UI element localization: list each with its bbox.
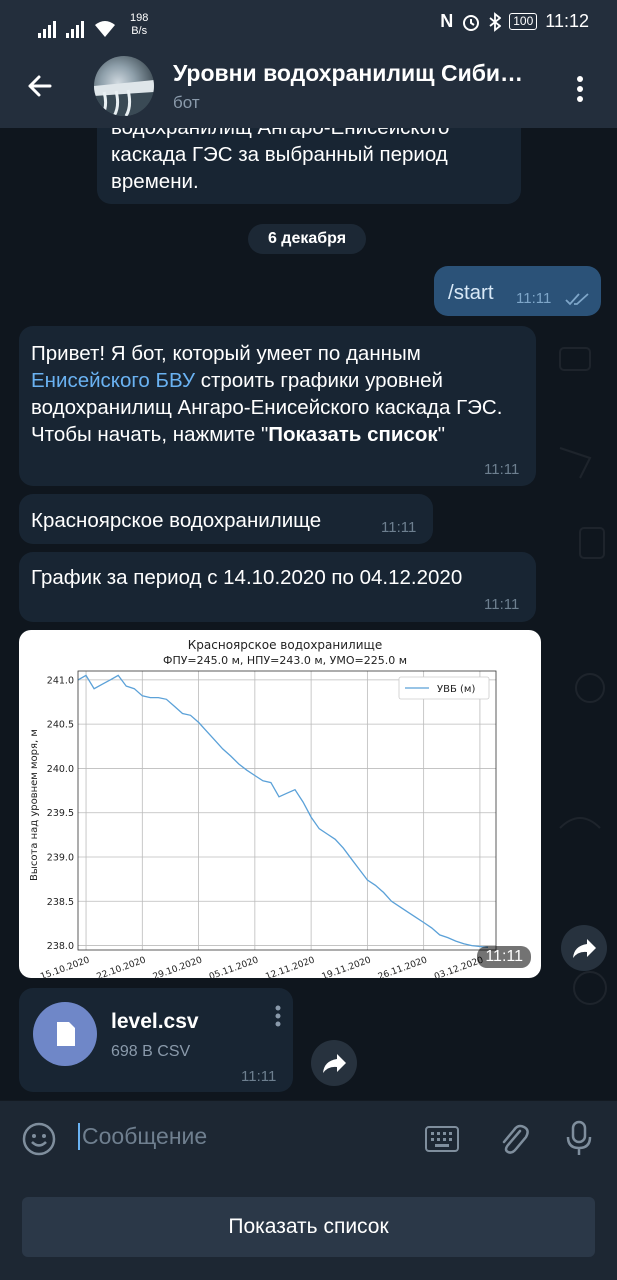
prev-line-3: времени. [111, 170, 199, 193]
avatar[interactable] [94, 56, 154, 116]
legend-label: УВБ (м) [437, 684, 475, 695]
series-line [77, 674, 489, 948]
y-tick-label: 239.5 [47, 808, 74, 819]
start-message-text[interactable]: /start [448, 279, 494, 306]
greeting-message: Привет! Я бот, который умеет по данным Е… [19, 326, 536, 486]
emoji-icon[interactable] [21, 1121, 57, 1157]
arrow-left-icon[interactable] [22, 68, 58, 104]
share-icon [573, 939, 596, 958]
keyboard-icon[interactable] [425, 1126, 459, 1152]
plot-frame [77, 670, 497, 951]
reservoir-message: Красноярское водохранилище 11:11 [19, 494, 433, 544]
double-check-icon [565, 293, 589, 306]
wifi-icon [95, 21, 115, 37]
signal-1-icon [38, 20, 56, 38]
file-icon-circle[interactable] [33, 1002, 97, 1066]
y-tick-label: 240.0 [47, 764, 74, 775]
chart-image[interactable]: Красноярское водохранилище ФПУ=245.0 м, … [19, 630, 541, 978]
period-time: 11:11 [484, 596, 520, 613]
reservoir-text: Красноярское водохранилище [31, 509, 322, 532]
status-right: N 100 11:12 [440, 11, 589, 32]
greeting-bold: Показать список [268, 423, 438, 446]
net-speed-value: 198 [130, 12, 149, 24]
more-vert-icon[interactable] [570, 74, 590, 104]
y-tick-label: 239.0 [47, 853, 74, 864]
chat-header: Уровни водохранилищ Сиби… бот [0, 46, 617, 128]
x-tick-label: 12.11.2020 [264, 955, 316, 978]
x-tick-label: 19.11.2020 [321, 955, 373, 978]
y-tick-label: 238.5 [47, 897, 74, 908]
composer: Сообщение [0, 1100, 617, 1175]
x-tick-label: 15.10.2020 [39, 955, 91, 978]
chart-legend: УВБ (м) [398, 676, 490, 700]
share-file-button[interactable] [311, 1040, 357, 1086]
chart-title: Красноярское водохранилище [188, 638, 382, 652]
share-chart-button[interactable] [561, 925, 607, 971]
prev-line-2: каскада ГЭС за выбранный период [111, 143, 448, 166]
message-input[interactable]: Сообщение [78, 1123, 207, 1150]
prev-line-1: водохранилищ Ангаро-Енисейского [111, 128, 449, 141]
file-menu-icon[interactable] [273, 1004, 283, 1030]
file-icon [57, 1022, 75, 1046]
chart-subtitle: ФПУ=245.0 м, НПУ=243.0 м, УМО=225.0 м [163, 654, 407, 667]
file-message: level.csv 698 B CSV 11:11 [19, 988, 293, 1092]
greeting-part-3: " [437, 423, 445, 446]
clock: 11:12 [545, 11, 589, 31]
level-chart: Красноярское водохранилище ФПУ=245.0 м, … [29, 638, 497, 978]
signal-2-icon [66, 20, 84, 38]
y-tick-label: 240.5 [47, 720, 74, 731]
x-tick-label: 05.11.2020 [208, 955, 260, 978]
show-list-button[interactable]: Показать список [22, 1197, 595, 1257]
file-meta: 698 B CSV [111, 1043, 191, 1060]
date-separator: 6 декабря [248, 224, 366, 254]
status-bar: 198 B/s N 100 11:12 [0, 0, 617, 46]
greeting-time: 11:11 [484, 461, 520, 478]
file-time: 11:11 [241, 1068, 277, 1085]
greeting-part-1: Привет! Я бот, который умеет по данным [31, 342, 421, 365]
alarm-icon [463, 14, 480, 31]
start-message: /start 11:11 [434, 266, 601, 316]
prev-message: водохранилищ Ангаро-Енисейского каскада … [97, 128, 521, 204]
chat-area[interactable]: водохранилищ Ангаро-Енисейского каскада … [0, 128, 617, 1100]
x-tick-label: 29.10.2020 [152, 955, 204, 978]
net-speed-unit: B/s [131, 25, 148, 37]
x-tick-label: 22.10.2020 [95, 955, 147, 978]
chat-title[interactable]: Уровни водохранилищ Сиби… [173, 60, 553, 87]
bluetooth-icon [489, 11, 502, 32]
prev-message-text: водохранилищ Ангаро-Енисейского каскада … [111, 128, 449, 195]
bvu-link[interactable]: Енисейского БВУ [31, 369, 195, 392]
mic-icon[interactable] [564, 1119, 594, 1157]
period-text: График за период с 14.10.2020 по 04.12.2… [31, 566, 463, 589]
net-speed: 198 B/s [130, 12, 148, 38]
greeting-text: Привет! Я бот, который умеет по данным Е… [31, 340, 526, 448]
start-message-time: 11:11 [516, 290, 552, 307]
nfc-icon: N [440, 11, 454, 31]
y-tick-label: 241.0 [47, 675, 74, 686]
chart-ylabel: Высота над уровнем моря, м [29, 729, 40, 881]
chat-subtitle: бот [173, 93, 200, 112]
battery-icon: 100 [509, 13, 538, 30]
attach-icon[interactable] [496, 1121, 530, 1157]
reservoir-time: 11:11 [381, 519, 417, 536]
status-left: 198 B/s [38, 12, 148, 38]
share-icon [323, 1054, 346, 1073]
bot-keyboard: Показать список [0, 1174, 617, 1280]
dam-photo [94, 80, 154, 116]
period-message: График за период с 14.10.2020 по 04.12.2… [19, 552, 536, 622]
chart-time: 11:11 [477, 946, 531, 968]
x-tick-label: 26.11.2020 [377, 955, 429, 978]
file-name[interactable]: level.csv [111, 1010, 199, 1034]
y-tick-label: 238.0 [47, 941, 74, 952]
